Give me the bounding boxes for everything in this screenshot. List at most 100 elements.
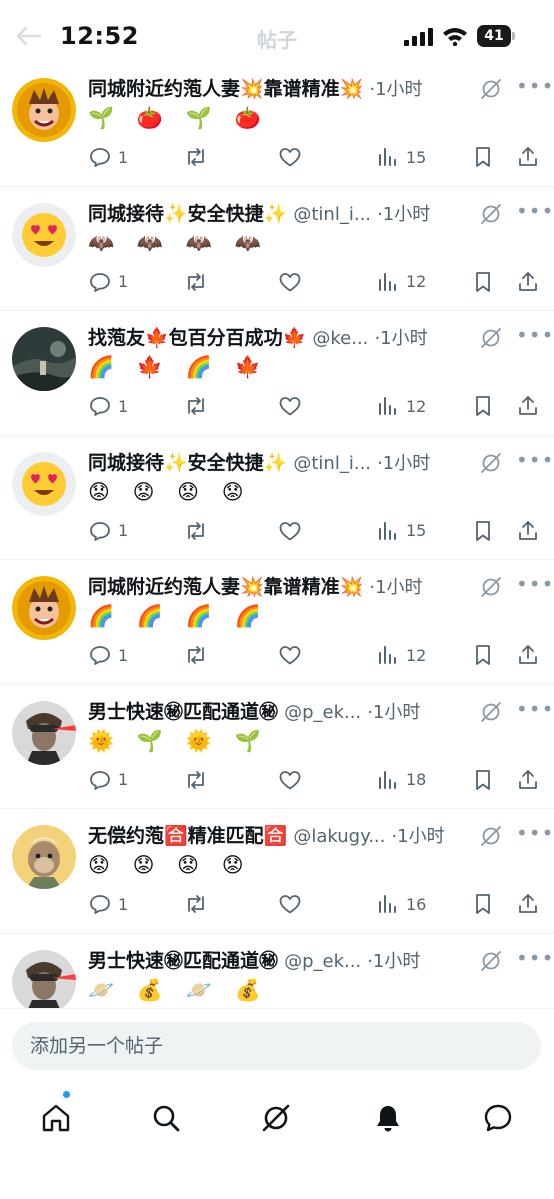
author-name[interactable]: 同城接待✨安全快捷✨ — [88, 452, 287, 474]
repost-button[interactable] — [184, 642, 208, 668]
share-button[interactable] — [516, 144, 540, 170]
nav-notifications[interactable] — [368, 1098, 408, 1138]
views-button[interactable]: 18 — [376, 767, 426, 793]
more-options-icon[interactable]: ••• — [516, 823, 553, 846]
reply-button[interactable]: 1 — [88, 767, 128, 793]
more-options-icon[interactable]: ••• — [516, 948, 553, 971]
post-item[interactable]: 无偿约萢🈴精准匹配🈴 @lakugy... ·1小时 ••• 😟 😟 😟 😟 1 — [0, 809, 554, 934]
avatar[interactable] — [12, 576, 76, 640]
grok-icon[interactable] — [480, 78, 502, 100]
like-button[interactable] — [278, 891, 302, 917]
like-button[interactable] — [278, 642, 302, 668]
bookmark-button[interactable] — [471, 891, 495, 917]
author-handle[interactable]: @tinl_i... — [293, 453, 371, 474]
grok-icon[interactable] — [480, 452, 502, 474]
reply-button[interactable]: 1 — [88, 518, 128, 544]
like-button[interactable] — [278, 144, 302, 170]
bookmark-button[interactable] — [471, 767, 495, 793]
post-feed[interactable]: 同城附近约萢人妻💥靠谱精准💥 ·1小时 ••• 🌱 🍅 🌱 🍅 1 15 同城接… — [0, 62, 554, 1008]
author-handle[interactable]: @p_ek... — [284, 951, 361, 972]
author-name[interactable]: 同城接待✨安全快捷✨ — [88, 203, 287, 225]
reply-button[interactable]: 1 — [88, 269, 128, 295]
views-button[interactable]: 12 — [376, 269, 426, 295]
author-name[interactable]: 找萢友🍁包百分百成功🍁 — [88, 327, 306, 349]
more-options-icon[interactable]: ••• — [516, 450, 553, 473]
post-header: 同城接待✨安全快捷✨ @tinl_i... ·1小时 — [88, 450, 488, 476]
author-name[interactable]: 同城附近约萢人妻💥靠谱精准💥 — [88, 576, 363, 598]
nav-home[interactable] — [36, 1098, 76, 1138]
repost-button[interactable] — [184, 518, 208, 544]
reply-button[interactable]: 1 — [88, 393, 128, 419]
share-button[interactable] — [516, 269, 540, 295]
author-name[interactable]: 无偿约萢🈴精准匹配🈴 — [88, 825, 287, 847]
nav-search[interactable] — [146, 1098, 186, 1138]
author-handle[interactable]: @p_ek... — [284, 702, 361, 723]
post-item[interactable]: 同城附近约萢人妻💥靠谱精准💥 ·1小时 ••• 🌈 🌈 🌈 🌈 1 12 — [0, 560, 554, 685]
bookmark-button[interactable] — [471, 518, 495, 544]
like-button[interactable] — [278, 767, 302, 793]
avatar[interactable] — [12, 700, 76, 765]
nav-grok[interactable] — [256, 1098, 296, 1138]
repost-button[interactable] — [184, 767, 208, 793]
avatar[interactable] — [12, 949, 76, 1008]
post-item[interactable]: 同城接待✨安全快捷✨ @tinl_i... ·1小时 ••• 😟 😟 😟 😟 1 — [0, 436, 554, 560]
post-item[interactable]: 同城接待✨安全快捷✨ @tinl_i... ·1小时 ••• 🦇 🦇 🦇 🦇 1 — [0, 187, 554, 311]
author-name[interactable]: 同城附近约萢人妻💥靠谱精准💥 — [88, 78, 363, 100]
view-count: 16 — [406, 894, 427, 914]
reply-button[interactable]: 1 — [88, 144, 128, 170]
views-button[interactable]: 16 — [376, 891, 426, 917]
bookmark-button[interactable] — [471, 269, 495, 295]
author-handle[interactable]: @ke... — [312, 328, 368, 349]
views-button[interactable]: 15 — [376, 144, 426, 170]
repost-button[interactable] — [184, 144, 208, 170]
more-options-icon[interactable]: ••• — [516, 76, 553, 99]
grok-icon[interactable] — [480, 576, 502, 598]
grok-icon[interactable] — [480, 701, 502, 723]
reply-button[interactable]: 1 — [88, 642, 128, 668]
share-button[interactable] — [516, 767, 540, 793]
grok-icon[interactable] — [480, 950, 502, 972]
repost-button[interactable] — [184, 393, 208, 419]
grok-icon[interactable] — [480, 203, 502, 225]
nav-messages[interactable] — [478, 1098, 518, 1138]
avatar[interactable] — [12, 327, 76, 391]
post-item[interactable]: 男士快速㊙匹配通道㊙ @p_ek... ·1小时 ••• 🪐 💰 🪐 💰 1 — [0, 934, 554, 1008]
share-button[interactable] — [516, 518, 540, 544]
author-handle[interactable]: @tinl_i... — [293, 204, 371, 225]
more-options-icon[interactable]: ••• — [516, 201, 553, 224]
views-button[interactable]: 15 — [376, 518, 426, 544]
avatar[interactable] — [12, 202, 76, 267]
like-button[interactable] — [278, 518, 302, 544]
post-item[interactable]: 同城附近约萢人妻💥靠谱精准💥 ·1小时 ••• 🌱 🍅 🌱 🍅 1 15 — [0, 62, 554, 187]
bookmark-button[interactable] — [471, 393, 495, 419]
avatar[interactable] — [12, 451, 76, 516]
share-button[interactable] — [516, 642, 540, 668]
more-options-icon[interactable]: ••• — [516, 325, 553, 348]
post-item[interactable]: 找萢友🍁包百分百成功🍁 @ke... ·1小时 ••• 🌈 🍁 🌈 🍁 1 12 — [0, 311, 554, 436]
grok-icon[interactable] — [480, 327, 502, 349]
avatar[interactable] — [12, 78, 76, 142]
heart-icon — [279, 521, 301, 540]
views-button[interactable]: 12 — [376, 642, 426, 668]
author-handle[interactable]: @lakugy... — [293, 826, 385, 847]
share-button[interactable] — [516, 891, 540, 917]
more-options-icon[interactable]: ••• — [516, 574, 553, 597]
views-button[interactable]: 12 — [376, 393, 426, 419]
repost-button[interactable] — [184, 269, 208, 295]
like-button[interactable] — [278, 269, 302, 295]
more-options-icon[interactable]: ••• — [516, 699, 553, 722]
share-icon — [519, 271, 537, 291]
add-post-input[interactable] — [12, 1022, 541, 1070]
avatar[interactable] — [12, 825, 76, 889]
bookmark-button[interactable] — [471, 144, 495, 170]
author-name[interactable]: 男士快速㊙匹配通道㊙ — [88, 950, 278, 972]
repost-button[interactable] — [184, 891, 208, 917]
post-item[interactable]: 男士快速㊙匹配通道㊙ @p_ek... ·1小时 ••• 🌞 🌱 🌞 🌱 1 1… — [0, 685, 554, 809]
author-name[interactable]: 男士快速㊙匹配通道㊙ — [88, 701, 278, 723]
like-button[interactable] — [278, 393, 302, 419]
reply-button[interactable]: 1 — [88, 891, 128, 917]
heart-icon — [279, 646, 301, 665]
share-button[interactable] — [516, 393, 540, 419]
grok-icon[interactable] — [480, 825, 502, 847]
bookmark-button[interactable] — [471, 642, 495, 668]
